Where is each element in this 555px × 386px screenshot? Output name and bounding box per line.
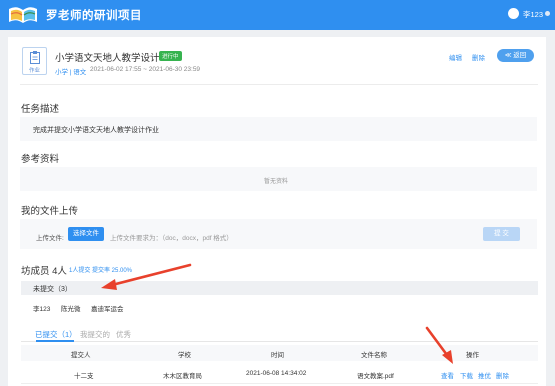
description-heading: 任务描述 [21,104,60,115]
upload-heading: 我的文件上传 [21,206,79,217]
delete-link[interactable]: 删除 [472,52,485,62]
task-title: 小学语文天地人教学设计 [55,53,160,64]
cell-school: 木木区教育局 [163,373,202,380]
chevron-down-icon[interactable] [545,11,550,16]
references-heading: 参考资料 [21,154,60,165]
member-name: 陈光微 [61,306,81,313]
upload-label: 上传文件: [36,235,64,242]
username[interactable]: 李123 [523,9,543,20]
column-header: 提交人 [71,352,91,359]
doc-icon-label: 作业 [28,68,40,74]
avatar-icon[interactable] [508,8,519,19]
choose-file-button[interactable]: 选择文件 [68,227,104,241]
cell-file[interactable]: 语文教案.pdf [357,370,394,380]
unsubmitted-title: 未提交（3） [33,286,72,293]
column-header: 学校 [178,352,191,359]
table-row-divider [21,383,538,384]
submit-button[interactable]: 提 交 [483,227,520,241]
members-stats: 1人提交 提交率 25.00% [69,268,133,274]
column-header: 操作 [466,352,479,359]
description-text: 完成并提交小学语文天地人教学设计作业 [33,127,159,134]
tab-excellent[interactable]: 优秀 [116,329,131,340]
tab-my-submissions[interactable]: 我提交的 [80,329,110,340]
active-tab-indicator [36,340,74,342]
tab-submitted[interactable]: 已提交（1） [35,329,77,340]
column-header: 时间 [271,352,284,359]
view-action[interactable]: 查看 [441,370,454,380]
back-button[interactable]: ≪ 返回 [497,49,534,62]
upload-hint: 上传文件要求为：（doc，docx，pdf 格式） [110,235,233,242]
column-header: 文件名称 [361,352,387,359]
book-logo-icon [6,2,40,26]
task-tags: 小学 | 语文 [55,69,87,76]
references-empty: 暂无资料 [264,179,289,185]
cell-submitter: 十二支 [74,373,94,380]
divider [20,84,538,85]
delete-action[interactable]: 删除 [496,370,509,380]
app-title: 罗老师的研训项目 [46,10,142,22]
edit-link[interactable]: 编辑 [449,52,462,62]
members-title: 坊成员 4人 [21,266,67,277]
member-name: 李123 [33,306,51,313]
unsubmitted-bar [21,281,538,295]
tabs-divider [21,341,538,342]
recommend-action[interactable]: 推优 [478,370,491,380]
cell-time: 2021-06-08 14:34:02 [246,370,307,377]
task-dates: 2021-06-02 17:55 ~ 2021-06-30 23:59 [90,66,201,73]
status-badge: 进行中 [159,51,182,61]
download-action[interactable]: 下载 [460,370,473,380]
document-icon: 作业 [22,47,47,75]
member-name: 嘉迪军运会 [91,306,124,313]
